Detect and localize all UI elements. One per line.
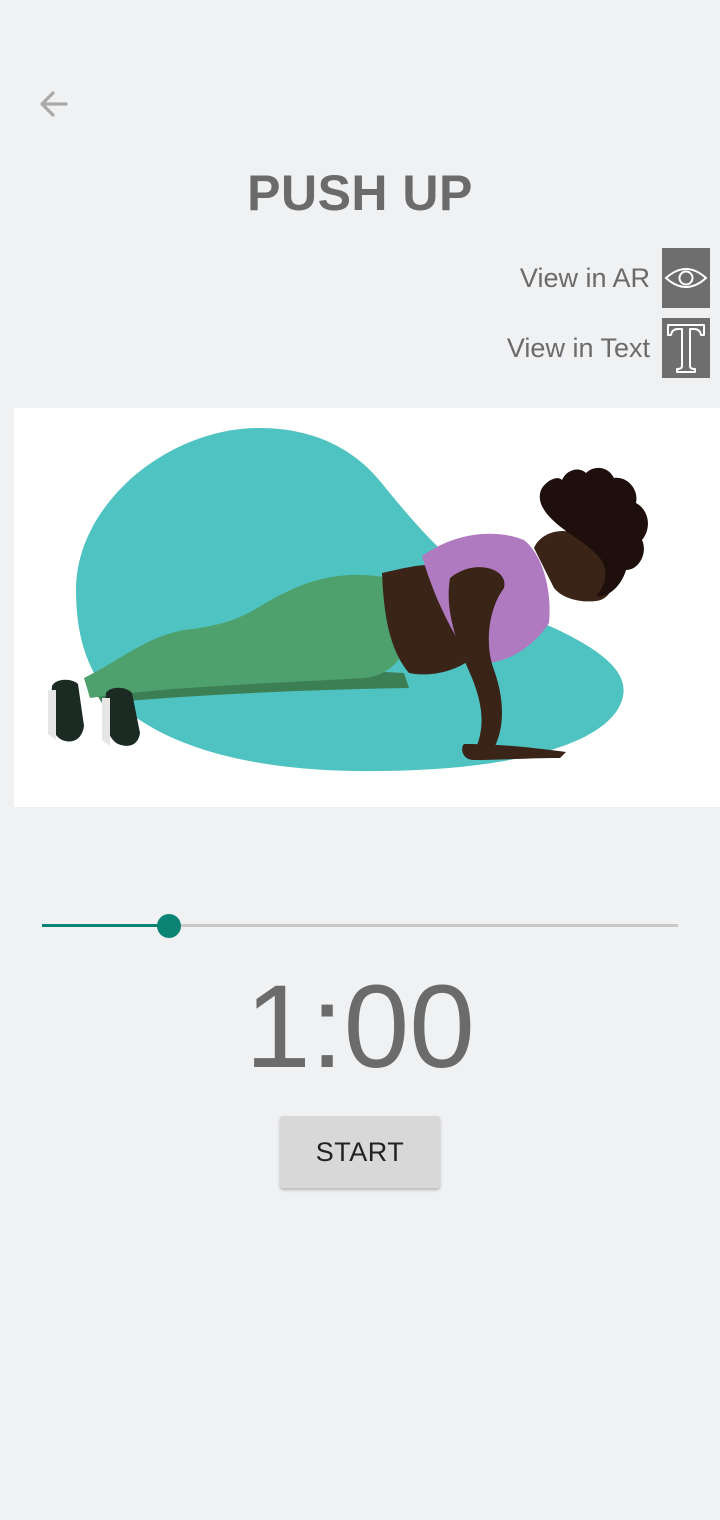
exercise-illustration: [14, 408, 720, 807]
view-in-text-button[interactable]: [662, 318, 710, 378]
letter-t-icon: [667, 324, 705, 373]
push-up-illustration: [48, 428, 648, 772]
duration-slider[interactable]: [42, 906, 678, 946]
view-in-ar-row: View in AR: [520, 248, 710, 308]
view-in-text-label: View in Text: [506, 332, 650, 363]
back-button[interactable]: [30, 80, 78, 128]
slider-fill: [42, 924, 170, 927]
view-in-ar-button[interactable]: [662, 248, 710, 308]
view-in-text-row: View in Text: [507, 318, 710, 378]
page-title: PUSH UP: [247, 165, 473, 221]
slider-thumb[interactable]: [157, 914, 182, 938]
start-button[interactable]: START: [280, 1116, 440, 1188]
timer-display: 1:00: [245, 961, 475, 1093]
arrow-left-icon: [40, 91, 68, 117]
eye-icon: [664, 268, 708, 288]
view-in-ar-label: View in AR: [519, 262, 650, 293]
